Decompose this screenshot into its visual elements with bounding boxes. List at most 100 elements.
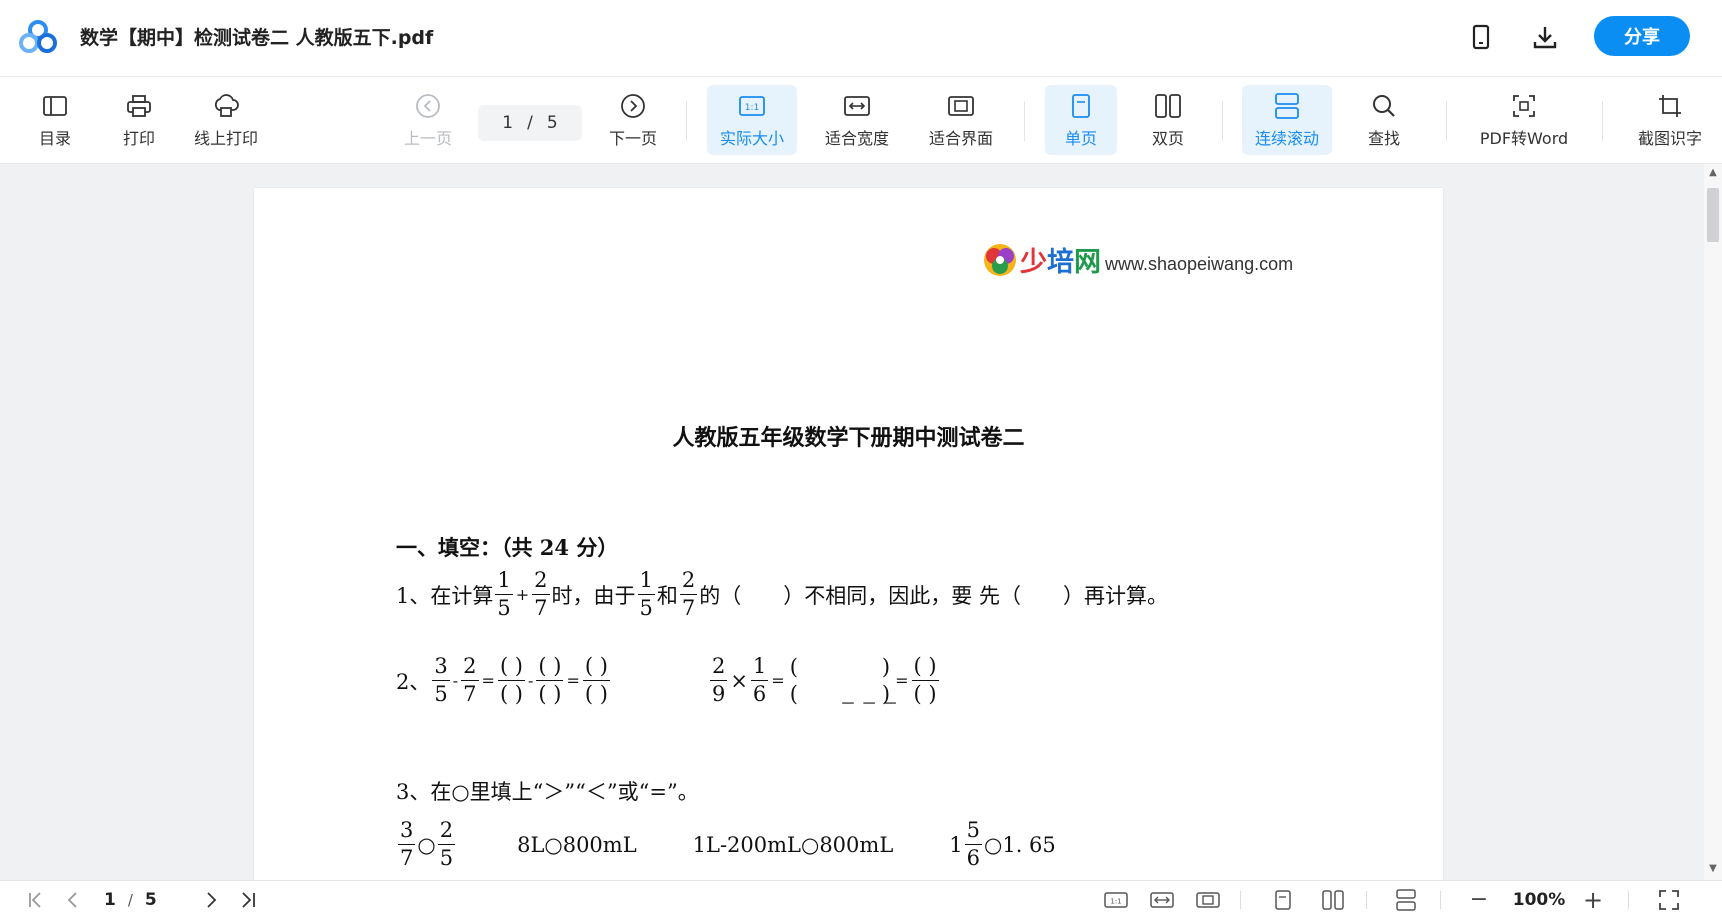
fraction: ( )( ) (582, 654, 610, 706)
brand-url: www.shaopeiwang.com (1105, 254, 1294, 274)
page-separator: / (527, 113, 533, 133)
first-page-icon[interactable] (24, 881, 48, 918)
prev-page-icon[interactable] (60, 881, 84, 918)
fraction: 16 (750, 654, 769, 706)
zoom-level[interactable]: 100% (1504, 881, 1574, 918)
brand-name: 少培网 (1020, 247, 1101, 278)
brand-watermark: 少培网 www.shaopeiwang.com (982, 240, 1293, 279)
fraction: ( )( ) (497, 654, 525, 706)
page-separator: / (127, 890, 133, 909)
current-page: 1 (104, 889, 116, 910)
fraction: ( )( ) (536, 654, 564, 706)
scroll-down-icon[interactable]: ▼ (1708, 864, 1718, 874)
fraction: 29 (709, 654, 728, 706)
chevron-right-circle-icon (618, 91, 648, 121)
brand-logo-icon (984, 243, 1016, 276)
fraction: 27 (532, 568, 550, 620)
find-button[interactable]: 查找 (1350, 85, 1418, 155)
scrollbar-thumb[interactable] (1707, 188, 1719, 242)
convert-icon (1509, 91, 1539, 121)
fraction: 27 (679, 568, 698, 620)
mobile-icon[interactable] (1466, 22, 1496, 52)
svg-text:1:1: 1:1 (1110, 897, 1121, 905)
divider (1366, 891, 1367, 909)
fraction: 25 (437, 818, 456, 870)
page-number-box[interactable]: 1 / 5 (478, 105, 582, 141)
divider (1446, 101, 1447, 141)
next-page-button[interactable]: 下一页 (603, 85, 663, 155)
actual-size-icon: 1:1 (737, 91, 767, 121)
current-page: 1 (502, 113, 514, 133)
question-3: 3、在○里填上“＞”“＜”或“=”。 (396, 780, 699, 804)
printer-icon (124, 91, 154, 121)
fraction: 15 (637, 568, 655, 620)
cloud-print-icon (211, 91, 241, 121)
divider (1440, 891, 1441, 909)
fit-page-button[interactable]: 适合界面 (920, 85, 1002, 155)
chevron-left-circle-icon (413, 91, 443, 121)
toolbar: 目录 打印 线上打印 上一页 1 / 5 下一页 1:1 实际大小 适合宽度 适… (0, 77, 1722, 164)
zoom-in-button[interactable]: + (1580, 881, 1606, 918)
fraction: 35 (432, 654, 450, 706)
single-page-button[interactable]: 单页 (1045, 85, 1117, 155)
double-page-icon[interactable] (1318, 881, 1348, 918)
fit-width-icon (842, 91, 872, 121)
divider (1240, 891, 1241, 909)
fit-width-button[interactable]: 适合宽度 (816, 85, 898, 155)
total-pages: 5 (144, 889, 157, 910)
actual-size-button[interactable]: 1:1 实际大小 (707, 85, 797, 155)
divider (1602, 101, 1603, 141)
divider (1024, 101, 1025, 141)
page-indicator[interactable]: 1 / 5 (104, 881, 180, 918)
last-page-icon[interactable] (236, 881, 260, 918)
single-page-icon (1066, 91, 1096, 121)
scroll-up-icon[interactable]: ▲ (1708, 168, 1718, 178)
divider (686, 101, 687, 141)
fit-page-icon (946, 91, 976, 121)
double-page-button[interactable]: 双页 (1132, 85, 1204, 155)
sidebar-icon (40, 91, 70, 121)
fit-width-icon[interactable] (1148, 881, 1176, 918)
title-bar: 数学【期中】检测试卷二 人教版五下.pdf 分享 (0, 0, 1722, 77)
section-heading: 一、填空：（共 24 分） (396, 535, 619, 560)
divider (1628, 891, 1629, 909)
fullscreen-icon[interactable] (1654, 881, 1684, 918)
fit-page-icon[interactable] (1194, 881, 1222, 918)
fraction: ( )( ) (911, 654, 939, 706)
double-page-icon (1153, 91, 1183, 121)
screenshot-ocr-button[interactable]: 截图识字 (1628, 85, 1712, 155)
status-bar: 1 / 5 1:1 − 100% + (0, 880, 1722, 918)
app-logo-icon (19, 20, 57, 53)
continuous-scroll-icon (1272, 91, 1302, 121)
svg-text:1:1: 1:1 (745, 103, 759, 113)
search-icon (1369, 91, 1399, 121)
pdf-to-word-button[interactable]: PDF转Word (1474, 85, 1574, 155)
document-title: 数学【期中】检测试卷二 人教版五下.pdf (80, 27, 434, 49)
continuous-scroll-icon[interactable] (1392, 881, 1420, 918)
document-viewport[interactable]: 少培网 www.shaopeiwang.com 人教版五年级数学下册期中测试卷二… (0, 164, 1704, 880)
exam-title: 人教版五年级数学下册期中测试卷二 (672, 425, 1025, 451)
next-page-icon[interactable] (200, 881, 224, 918)
fraction: 37 (398, 818, 416, 870)
download-icon[interactable] (1530, 22, 1560, 52)
fraction: 15 (495, 568, 513, 620)
fraction: 56 (964, 818, 983, 870)
continuous-scroll-button[interactable]: 连续滚动 (1242, 85, 1332, 155)
pdf-page: 少培网 www.shaopeiwang.com 人教版五年级数学下册期中测试卷二… (254, 188, 1443, 880)
vertical-scrollbar[interactable]: ▲ ▼ (1704, 164, 1722, 880)
single-page-icon[interactable] (1270, 881, 1296, 918)
toc-button[interactable]: 目录 (30, 85, 80, 155)
dash-placeholder: － － － (840, 694, 899, 713)
share-button[interactable]: 分享 (1594, 16, 1690, 56)
divider (1222, 101, 1223, 141)
total-pages: 5 (546, 113, 558, 133)
actual-size-icon[interactable]: 1:1 (1102, 881, 1130, 918)
prev-page-button[interactable]: 上一页 (398, 85, 458, 155)
print-button[interactable]: 打印 (114, 85, 164, 155)
crop-icon (1655, 91, 1685, 121)
online-print-button[interactable]: 线上打印 (186, 85, 266, 155)
zoom-out-button[interactable]: − (1466, 881, 1492, 918)
question-3-items: 37 ○ 25 8L○800mL 1L-200mL○800mL 1 56 ○1.… (398, 818, 1056, 870)
fraction: 27 (461, 654, 479, 706)
question-1: 1、在计算 15 + 27 时，由于 15 和 27 的（ ）不相同，因此，要 … (396, 568, 1168, 620)
